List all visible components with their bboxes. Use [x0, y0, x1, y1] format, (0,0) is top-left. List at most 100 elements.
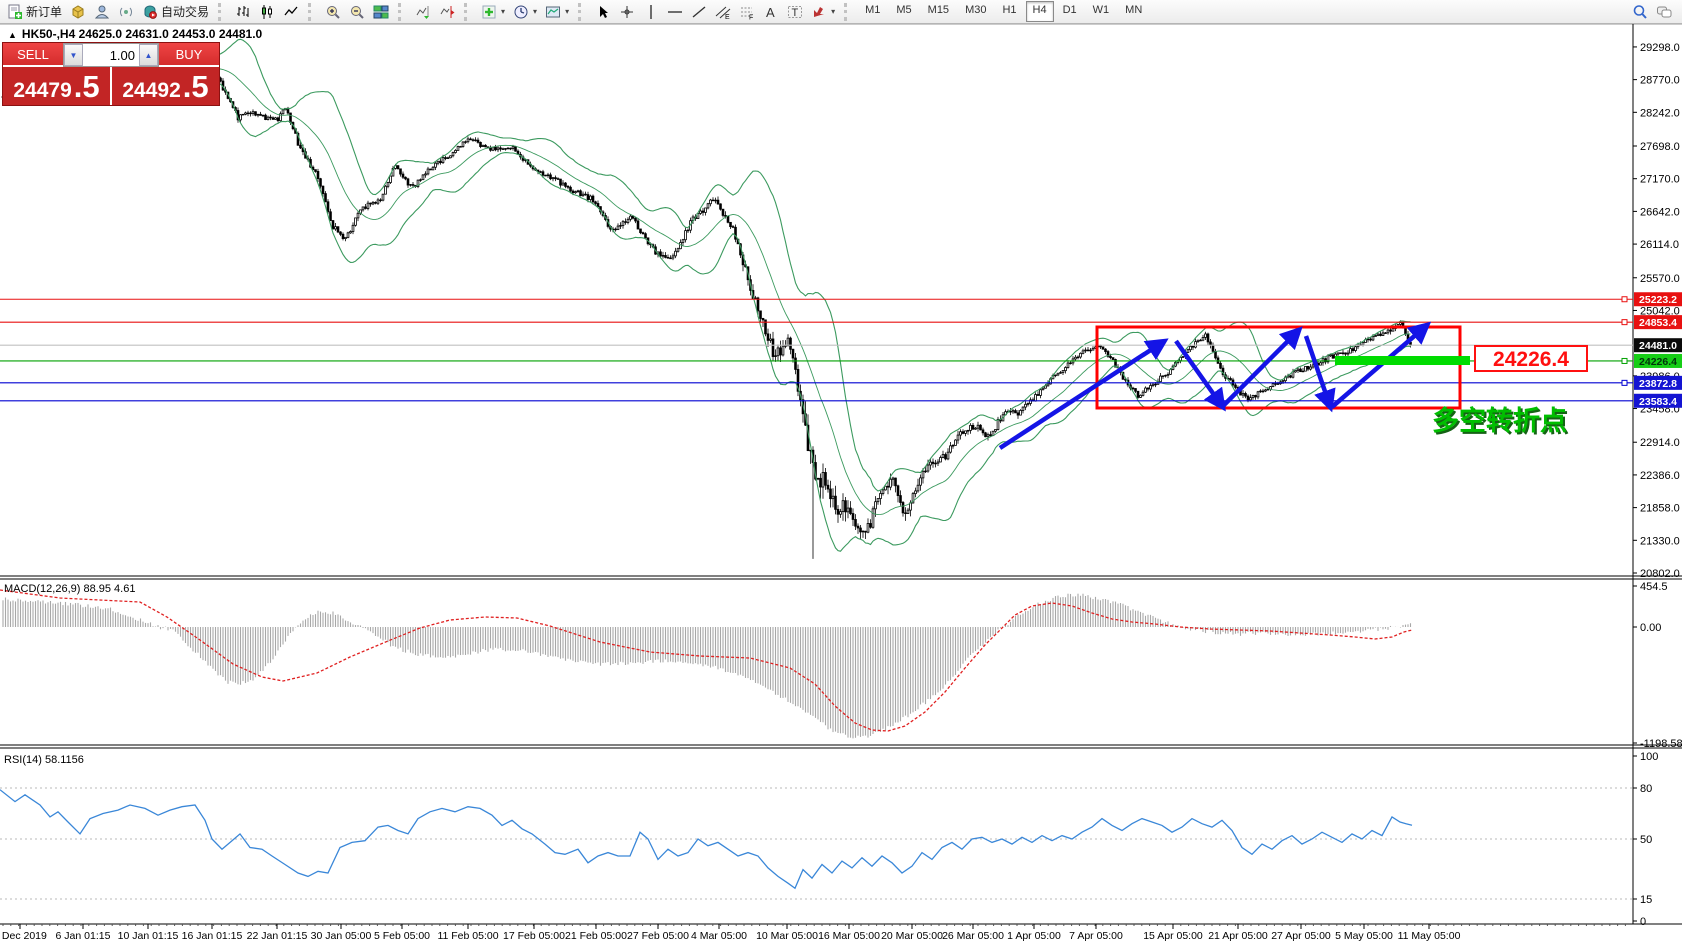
svg-text:A: A: [766, 5, 775, 20]
history-cube-button[interactable]: [66, 1, 90, 23]
template-button[interactable]: ▾: [541, 1, 573, 23]
new-order-button[interactable]: 新订单: [3, 1, 66, 23]
toolbar-group-orders: 新订单 自动交易: [0, 1, 216, 23]
toolbar-right-icons: [1628, 1, 1682, 23]
price-tick-label: 28770.0: [1640, 75, 1680, 87]
line-handle[interactable]: [1622, 358, 1627, 363]
chart-shift-button[interactable]: [435, 1, 459, 23]
line-handle[interactable]: [1622, 380, 1627, 385]
chevron-down-icon: ▾: [533, 7, 537, 16]
trend-arrow-3[interactable]: [1223, 331, 1298, 406]
ohlc-low: 24453.0: [172, 27, 215, 41]
trend-arrow-4[interactable]: [1306, 336, 1330, 406]
time-axis-label: 5 Feb 05:00: [374, 930, 430, 942]
time-axis-label: 27 Apr 05:00: [1271, 930, 1331, 942]
bollinger-lower-band: [51, 84, 1411, 551]
price-badge-text: 24853.4: [1639, 317, 1677, 329]
ohlc-high: 24631.0: [125, 27, 168, 41]
chevron-down-icon: ▾: [831, 7, 835, 16]
time-axis-label: 17 Feb 05:00: [503, 930, 565, 942]
price-tick-label: 22914.0: [1640, 437, 1680, 449]
autotrade-button[interactable]: 自动交易: [138, 1, 213, 23]
arrows-button[interactable]: ▾: [807, 1, 839, 23]
indicators-button[interactable]: ▾: [477, 1, 509, 23]
channel-icon: E: [715, 4, 731, 20]
green-highlight-bar[interactable]: [1335, 356, 1470, 365]
candle-chart-button[interactable]: [255, 1, 279, 23]
macd-axis-label: 454.5: [1640, 581, 1668, 593]
hline-button[interactable]: [663, 1, 687, 23]
timeframe-mn-button[interactable]: MN: [1118, 1, 1149, 22]
label-button[interactable]: T: [783, 1, 807, 23]
price-tick-label: 25570.0: [1640, 273, 1680, 285]
zoom-in-button[interactable]: [321, 1, 345, 23]
toolbar-group-scroll: [408, 1, 462, 23]
time-axis-label: 22 Jan 01:15: [247, 930, 308, 942]
timeframe-m1-button[interactable]: M1: [858, 1, 887, 22]
sell-price[interactable]: 24479 .5: [3, 67, 110, 105]
chat-icon: [1656, 4, 1672, 20]
mt4-window: { "toolbar": { "groups": [ {"name":"orde…: [0, 0, 1682, 942]
zoom-out-button[interactable]: [345, 1, 369, 23]
sonar-button[interactable]: [114, 1, 138, 23]
price-tick-label: 29298.0: [1640, 42, 1680, 54]
timeframe-h4-button[interactable]: H4: [1026, 1, 1054, 22]
timeframe-w1-button[interactable]: W1: [1086, 1, 1117, 22]
history-cube-icon: [70, 4, 86, 20]
cn-annotation-label[interactable]: 多空转折点: [1432, 405, 1567, 436]
crosshair-button[interactable]: [615, 1, 639, 23]
trendline-button[interactable]: [687, 1, 711, 23]
line-handle[interactable]: [1622, 297, 1627, 302]
buy-price[interactable]: 24492 .5: [112, 67, 219, 105]
time-axis-label: 20 Mar 05:00: [881, 930, 943, 942]
profile-button[interactable]: [90, 1, 114, 23]
bar-chart-button[interactable]: [231, 1, 255, 23]
volume-input[interactable]: [83, 44, 139, 66]
channel-button[interactable]: E: [711, 1, 735, 23]
price-tick-label: 26642.0: [1640, 206, 1680, 218]
volume-increase-button[interactable]: ▲: [139, 44, 158, 66]
chart-canvas[interactable]: 24226.4多空转折点多空转折点29298.028770.028242.027…: [0, 0, 1682, 942]
macd-panel[interactable]: [0, 590, 1412, 738]
vline-button[interactable]: [639, 1, 663, 23]
chat-button[interactable]: [1652, 1, 1676, 23]
trend-arrow-5[interactable]: [1332, 326, 1426, 407]
periods-button[interactable]: ▾: [509, 1, 541, 23]
rsi-axis-label: 80: [1640, 783, 1652, 795]
price-badge-text: 24481.0: [1639, 340, 1677, 352]
toolbar-group-insert: ▾ ▾ ▾: [474, 1, 576, 23]
toolbar-group-zoom: [318, 1, 396, 23]
time-axis-label: 27 Feb 05:00: [627, 930, 689, 942]
rsi-axis-label: 15: [1640, 894, 1652, 906]
indicators-icon: [481, 4, 497, 20]
line-chart-button[interactable]: [279, 1, 303, 23]
volume-decrease-button[interactable]: ▼: [64, 44, 83, 66]
rsi-panel[interactable]: [0, 788, 1633, 899]
timeframe-h1-button[interactable]: H1: [995, 1, 1023, 22]
rsi-axis-label: 50: [1640, 834, 1652, 846]
auto-scroll-button[interactable]: [411, 1, 435, 23]
price-badge-text: 23872.8: [1639, 378, 1677, 390]
cursor-button[interactable]: [591, 1, 615, 23]
timeframe-m5-button[interactable]: M5: [889, 1, 918, 22]
macd-indicator-label: MACD(12,26,9) 88.95 4.61: [4, 583, 135, 595]
timeframe-m15-button[interactable]: M15: [921, 1, 956, 22]
crosshair-icon: [619, 4, 635, 20]
collapse-panel-icon[interactable]: ▲: [8, 30, 17, 40]
tile-windows-button[interactable]: [369, 1, 393, 23]
fibo-button[interactable]: F: [735, 1, 759, 23]
highlight-rectangle[interactable]: [1097, 327, 1460, 408]
line-handle[interactable]: [1622, 320, 1627, 325]
timeframe-d1-button[interactable]: D1: [1056, 1, 1084, 22]
search-button[interactable]: [1628, 1, 1652, 23]
macd-axis-label: -1198.58: [1640, 738, 1682, 750]
timeframe-m30-button[interactable]: M30: [958, 1, 993, 22]
toolbar-separator: [464, 3, 472, 21]
svg-text:T: T: [792, 7, 799, 19]
sell-button[interactable]: SELL: [3, 43, 63, 67]
time-axis-label: 21 Feb 05:00: [565, 930, 627, 942]
autotrade-icon: [142, 4, 158, 20]
auto-scroll-icon: [415, 4, 431, 20]
text-button[interactable]: A: [759, 1, 783, 23]
buy-button[interactable]: BUY: [159, 43, 219, 67]
